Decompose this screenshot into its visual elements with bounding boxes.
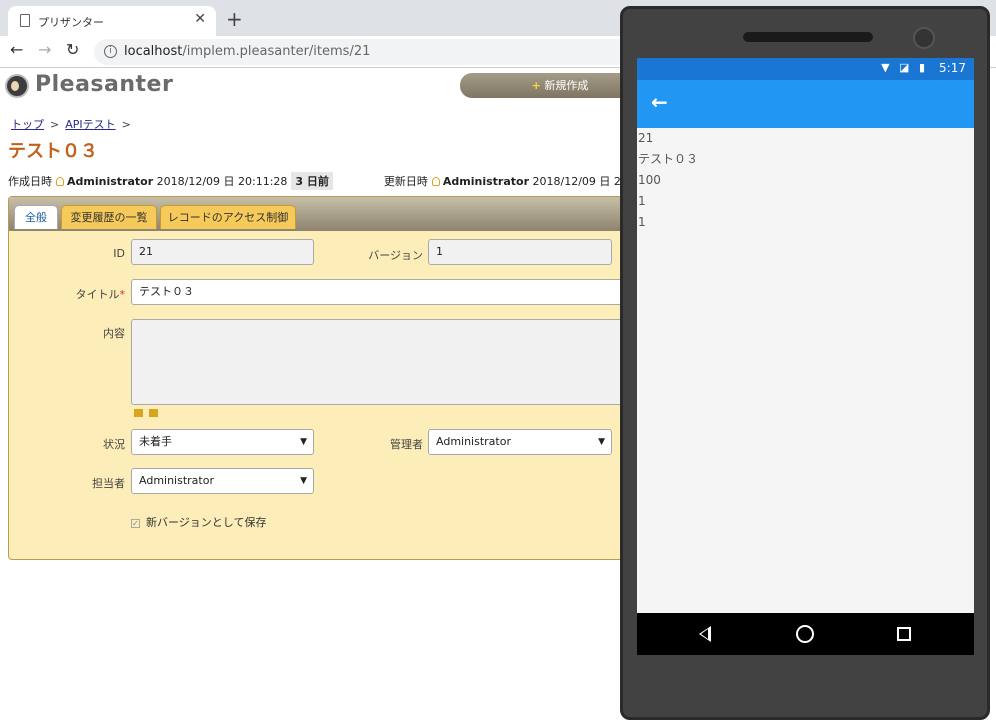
title-label: タイトル*	[49, 286, 126, 302]
updated-label: 更新日時	[383, 175, 428, 188]
nav-back-icon[interactable]	[699, 626, 711, 642]
breadcrumb: トップ > APIテスト >	[11, 116, 137, 132]
owner-select[interactable]: Administrator ▼	[131, 468, 314, 494]
nav-home-icon[interactable]	[796, 625, 814, 643]
save-new-version-label: 新バージョンとして保存	[146, 516, 267, 529]
camera-icon	[913, 27, 935, 49]
status-label: 状況	[103, 438, 125, 451]
browser-tab[interactable]: プリザンター ✕	[8, 6, 216, 36]
created-date: 2018/12/09 日 20:11:28	[156, 175, 288, 188]
logo-text: Pleasanter	[35, 72, 174, 97]
status-time: 5:17	[939, 61, 966, 75]
created-ago-badge: 3 日前	[291, 172, 333, 190]
manager-value: Administrator	[436, 435, 511, 448]
logo-mark-icon	[5, 74, 29, 98]
owner-label: 担当者	[92, 477, 125, 490]
image-icon[interactable]	[134, 409, 143, 417]
status-select[interactable]: 未着手 ▼	[131, 429, 314, 455]
content-textarea[interactable]	[131, 319, 631, 405]
page-title: テスト０３	[8, 141, 98, 162]
save-new-version-checkbox[interactable]: ✓	[131, 519, 140, 528]
nav-recents-icon[interactable]	[897, 627, 911, 641]
file-icon[interactable]	[149, 409, 158, 417]
new-tab-icon[interactable]: +	[226, 7, 243, 31]
android-nav-bar	[637, 613, 974, 655]
breadcrumb-separator: >	[50, 118, 60, 131]
page-icon	[20, 14, 30, 27]
new-button-label: 新規作成	[544, 79, 589, 92]
content-attach-icons	[134, 409, 164, 419]
breadcrumb-separator: >	[121, 118, 131, 131]
page-right-edge	[992, 68, 996, 728]
app-bar: ←	[637, 80, 974, 128]
id-field: 21	[131, 239, 314, 265]
record-meta: 作成日時 Administrator 2018/12/09 日 20:11:28 3…	[8, 172, 646, 190]
user-icon	[431, 177, 440, 186]
address-bar[interactable]: i localhost/implem.pleasanter/items/21	[94, 39, 654, 65]
content-label: 内容	[103, 327, 125, 340]
manager-label: 管理者	[390, 438, 423, 451]
url-path: /implem.pleasanter/items/21	[182, 44, 371, 59]
tab-general[interactable]: 全般	[14, 205, 58, 229]
list-item: テスト０３	[638, 152, 699, 166]
close-tab-icon[interactable]: ✕	[194, 11, 206, 27]
status-icons: ▼ ◪ ▮	[881, 61, 928, 74]
breadcrumb-api-test[interactable]: APIテスト	[65, 118, 115, 131]
list-item: 21	[638, 131, 654, 145]
forward-icon[interactable]: →	[38, 40, 51, 59]
dropdown-arrow-icon: ▼	[300, 476, 307, 486]
version-field: 1	[428, 239, 612, 265]
url-host: localhost	[124, 44, 183, 59]
dropdown-arrow-icon: ▼	[300, 437, 307, 447]
list-item: 1	[638, 194, 646, 208]
arrow-back-icon[interactable]: ←	[651, 90, 668, 114]
plus-icon: +	[531, 79, 541, 92]
owner-value: Administrator	[139, 474, 214, 487]
created-user: Administrator	[67, 175, 154, 188]
editor-tab-band: 全般 変更履歴の一覧 レコードのアクセス制御	[9, 197, 667, 231]
breadcrumb-top[interactable]: トップ	[11, 118, 44, 131]
updated-user: Administrator	[442, 175, 530, 188]
required-mark: *	[119, 288, 126, 301]
editor-panel: 全般 変更履歴の一覧 レコードのアクセス制御 ID 21 バージョン 1 タイト…	[8, 196, 668, 560]
created-label: 作成日時	[8, 175, 52, 188]
back-icon[interactable]: ←	[10, 40, 23, 59]
info-icon[interactable]: i	[104, 45, 117, 58]
list-item: 1	[638, 215, 646, 229]
tab-access-control[interactable]: レコードのアクセス制御	[160, 205, 296, 229]
status-value: 未着手	[139, 435, 172, 448]
emulator-screen: ▼ ◪ ▮ 5:17 ← 21 テスト０３ 100 1 1	[637, 58, 974, 655]
save-new-version-row[interactable]: ✓ 新バージョンとして保存	[131, 514, 266, 530]
dropdown-arrow-icon: ▼	[598, 437, 605, 447]
reload-icon[interactable]: ↻	[66, 40, 79, 59]
speaker-grille	[743, 32, 873, 42]
tab-history[interactable]: 変更履歴の一覧	[61, 205, 157, 229]
list-item: 100	[638, 173, 661, 187]
android-status-bar: ▼ ◪ ▮ 5:17	[637, 58, 974, 80]
item-list: 21 テスト０３ 100 1 1	[637, 128, 974, 233]
title-label-text: タイトル	[75, 288, 120, 301]
url-text: localhost/implem.pleasanter/items/21	[124, 44, 370, 59]
android-emulator: ▼ ◪ ▮ 5:17 ← 21 テスト０３ 100 1 1	[620, 6, 990, 720]
version-label: バージョン	[368, 249, 423, 262]
id-label: ID	[113, 247, 125, 260]
browser-tab-title: プリザンター	[38, 16, 104, 29]
user-icon	[56, 177, 64, 186]
manager-select[interactable]: Administrator ▼	[428, 429, 612, 455]
title-input[interactable]: テスト０３	[131, 279, 631, 305]
